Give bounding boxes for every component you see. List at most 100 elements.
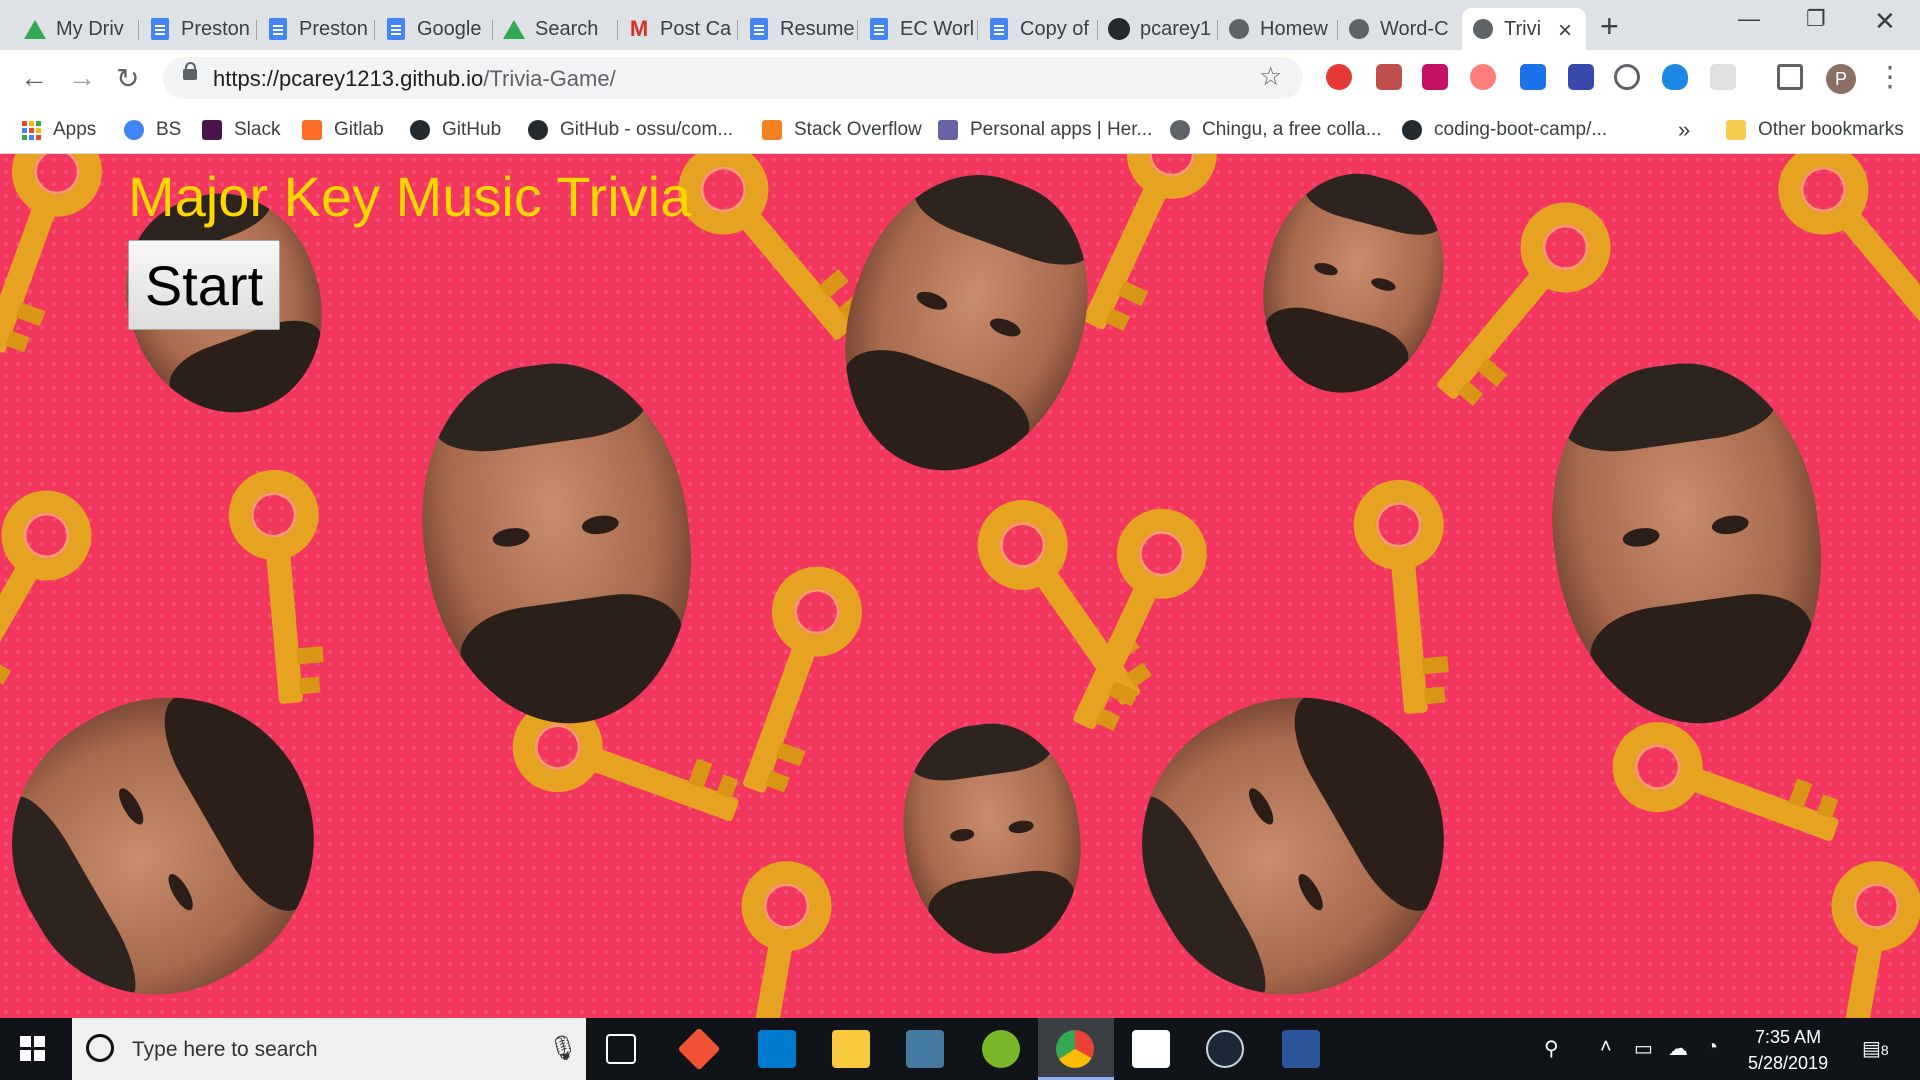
crop-extension-icon[interactable]	[1568, 64, 1594, 90]
other-bookmarks[interactable]: Other bookmarks	[1726, 114, 1904, 146]
show-hidden-icons-chevron[interactable]: ˄	[1600, 1036, 1612, 1059]
mysql-icon[interactable]	[906, 1030, 944, 1068]
bookmark-chingu[interactable]: Chingu, a free colla...	[1170, 114, 1382, 146]
stackoverflow-icon	[762, 120, 782, 140]
gitlab-icon	[302, 120, 322, 140]
github-icon	[1108, 18, 1130, 40]
bookmark-slack[interactable]: Slack	[202, 114, 280, 146]
tab-copy-of[interactable]: Copy of	[978, 8, 1098, 50]
tab-my-drive[interactable]: My Driv	[14, 8, 139, 50]
tab-label: Copy of	[1020, 17, 1089, 40]
reload-icon[interactable]: ↻	[116, 62, 139, 95]
docs-icon	[868, 18, 890, 40]
windows-start-icon[interactable]	[20, 1036, 45, 1061]
bookmarks-bar: Apps BS Slack Gitlab GitHub GitHub - oss…	[0, 106, 1920, 154]
tab-ec-work[interactable]: EC Worl	[858, 8, 978, 50]
steam-icon[interactable]	[1206, 1030, 1244, 1068]
docs-icon	[385, 18, 407, 40]
tab-preston-1[interactable]: Preston	[139, 8, 257, 50]
cast-icon[interactable]	[1777, 64, 1803, 90]
tab-word-c[interactable]: Word-C	[1338, 8, 1458, 50]
bookmark-apps[interactable]: Apps	[22, 114, 96, 146]
adblock-extension-icon[interactable]	[1326, 64, 1352, 90]
chrome-icon[interactable]	[1056, 1030, 1094, 1068]
notification-count: 8	[1880, 1042, 1889, 1058]
tab-homework[interactable]: Homew	[1218, 8, 1338, 50]
tab-resume[interactable]: Resume	[738, 8, 858, 50]
lock-icon	[183, 62, 197, 80]
bookmark-star-icon[interactable]: ☆	[1259, 61, 1282, 92]
face-image	[401, 347, 714, 741]
clock-date: 5/28/2019	[1748, 1053, 1829, 1073]
github-icon	[410, 120, 430, 140]
new-tab-icon[interactable]: +	[1600, 8, 1619, 45]
tab-label: Word-C	[1380, 17, 1449, 40]
vscode-icon[interactable]	[758, 1030, 796, 1068]
people-icon[interactable]: ⚲	[1544, 1036, 1559, 1061]
bookmark-bs[interactable]: BS	[124, 114, 181, 146]
bookmark-stack-overflow[interactable]: Stack Overflow	[762, 114, 922, 146]
extension-icon[interactable]	[1710, 64, 1736, 90]
forward-icon[interactable]: →	[68, 62, 96, 94]
bookmark-label: Gitlab	[334, 119, 384, 140]
taskbar-search-box[interactable]: Type here to search 🎙	[72, 1018, 586, 1080]
docs-icon	[988, 18, 1010, 40]
address-bar[interactable]: https://pcarey1213.github.io/Trivia-Game…	[163, 57, 1303, 99]
github-icon	[1402, 120, 1422, 140]
tab-label: Preston	[181, 17, 250, 40]
battery-icon[interactable]: ▭	[1634, 1036, 1653, 1061]
globe-icon	[1170, 120, 1190, 140]
apps-icon	[22, 120, 41, 140]
face-image	[805, 154, 1125, 505]
kebab-menu-icon[interactable]: ⋮	[1876, 60, 1904, 93]
profile-avatar[interactable]: P	[1826, 64, 1856, 94]
minimize-icon[interactable]: —	[1738, 6, 1760, 32]
mail-icon[interactable]	[1132, 1030, 1170, 1068]
bookmark-label: Chingu, a free colla...	[1202, 119, 1382, 140]
bookmark-gitlab[interactable]: Gitlab	[302, 114, 384, 146]
browser-toolbar: ← → ↻ https://pcarey1213.github.io/Trivi…	[0, 50, 1920, 106]
cast-video-extension-icon[interactable]	[1470, 64, 1496, 90]
tab-search[interactable]: Search	[493, 8, 618, 50]
tab-trivia-active[interactable]: Trivi ×	[1462, 8, 1586, 50]
bookmark-github-ossu[interactable]: GitHub - ossu/com...	[528, 114, 733, 146]
wifi-icon[interactable]: ◔	[1706, 1036, 1718, 1059]
url-text[interactable]: https://pcarey1213.github.io/Trivia-Game…	[213, 66, 616, 92]
system-clock[interactable]: 7:35 AM 5/28/2019	[1748, 1024, 1828, 1076]
tab-pcarey[interactable]: pcarey1	[1098, 8, 1218, 50]
bookmark-coding-boot-camp[interactable]: coding-boot-camp/...	[1402, 114, 1607, 146]
tab-google[interactable]: Google	[375, 8, 493, 50]
back-icon[interactable]: ←	[20, 62, 48, 94]
bookmark-heroku[interactable]: Personal apps | Her...	[938, 114, 1152, 146]
gmail-icon: M	[629, 16, 649, 41]
onedrive-icon[interactable]: ☁	[1668, 1036, 1688, 1061]
microphone-icon[interactable]: 🎙	[548, 1034, 578, 1063]
eyedropper-extension-icon[interactable]	[1520, 64, 1546, 90]
tab-label: EC Worl	[900, 17, 975, 40]
bookmarks-overflow-button[interactable]: »	[1678, 114, 1690, 146]
git-icon[interactable]	[677, 1027, 721, 1071]
json-extension-icon[interactable]	[1614, 64, 1640, 90]
rss-extension-icon[interactable]	[1422, 64, 1448, 90]
restore-icon[interactable]: ❐	[1806, 6, 1826, 32]
word-icon[interactable]	[1282, 1030, 1320, 1068]
close-tab-icon[interactable]: ×	[1558, 17, 1572, 45]
slack-icon	[202, 120, 222, 140]
pdf-extension-icon[interactable]	[1376, 64, 1402, 90]
tab-label: Post Ca	[660, 17, 732, 40]
action-center-icon[interactable]: ▤8	[1862, 1036, 1889, 1061]
cloud-extension-icon[interactable]	[1662, 64, 1688, 90]
close-window-icon[interactable]: ✕	[1874, 6, 1896, 37]
globe-icon	[1228, 18, 1250, 40]
utorrent-icon[interactable]	[982, 1030, 1020, 1068]
tab-preston-2[interactable]: Preston	[257, 8, 375, 50]
tab-gmail[interactable]: M Post Ca	[618, 8, 738, 50]
clock-time: 7:35 AM	[1755, 1027, 1822, 1047]
bookmark-github[interactable]: GitHub	[410, 114, 501, 146]
file-explorer-icon[interactable]	[832, 1030, 870, 1068]
tab-label: Preston	[299, 17, 368, 40]
task-view-icon[interactable]	[606, 1034, 636, 1064]
start-button[interactable]: Start	[128, 240, 280, 330]
tab-strip: My Driv Preston Preston Google Search MP…	[0, 0, 1920, 50]
docs-icon	[267, 18, 289, 40]
